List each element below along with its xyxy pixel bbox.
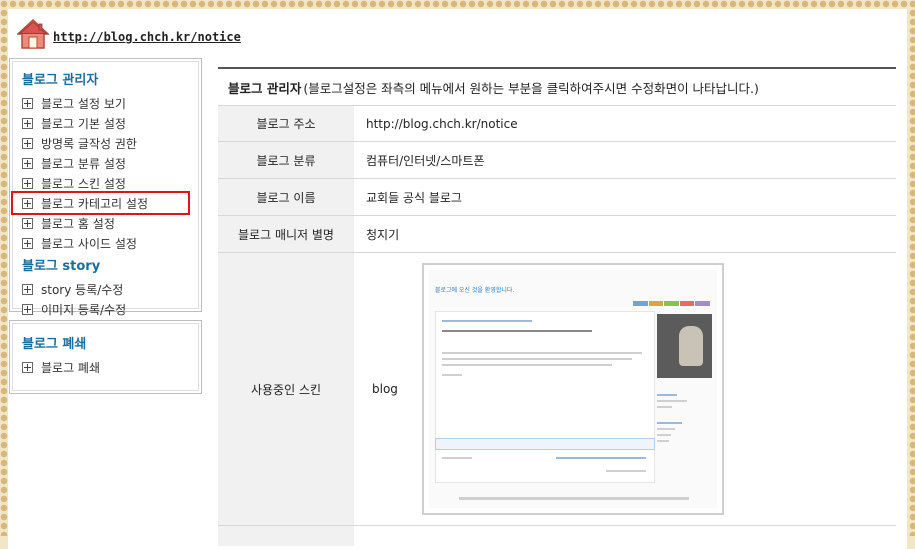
skin-preview-title: 블로그에 오신 것을 환영합니다. xyxy=(434,287,515,294)
info-row-name: 블로그 이름 교회들 공식 블로그 xyxy=(218,179,896,216)
skin-name: blog xyxy=(372,382,398,396)
info-row-category: 블로그 분류 컴퓨터/인터넷/스마트폰 xyxy=(218,142,896,179)
row-label: 블로그 주소 xyxy=(218,106,354,141)
plus-icon xyxy=(22,197,33,209)
skin-preview-profile-image xyxy=(656,314,712,378)
menu-item-basic-settings[interactable]: 블로그 기본 설정 xyxy=(22,113,192,133)
row-value xyxy=(354,526,896,546)
plus-icon xyxy=(22,117,33,129)
plus-icon xyxy=(22,303,33,315)
blog-url-link[interactable]: http://blog.chch.kr/notice xyxy=(53,30,241,44)
menu-item-story-edit[interactable]: story 등록/수정 xyxy=(22,279,192,299)
menu-item-classification-settings[interactable]: 블로그 분류 설정 xyxy=(22,153,192,173)
menu-item-side-settings[interactable]: 블로그 사이드 설정 xyxy=(22,233,192,253)
row-value: 컴퓨터/인터넷/스마트폰 xyxy=(366,153,485,168)
row-label: 사용중인 스킨 xyxy=(218,253,354,525)
plus-icon xyxy=(22,137,33,149)
row-value: http://blog.chch.kr/notice xyxy=(366,116,518,131)
plus-icon xyxy=(22,217,33,229)
page-title: 블로그 관리자 (블로그설정은 좌측의 메뉴에서 원하는 부분을 클릭하여주시면… xyxy=(218,67,896,106)
admin-menu-box: 블로그 관리자 블로그 설정 보기 블로그 기본 설정 방명록 글작성 권한 블… xyxy=(9,58,202,317)
skin-preview-comment-box xyxy=(434,438,655,450)
page-header: http://blog.chch.kr/notice xyxy=(17,17,241,51)
info-row-next xyxy=(218,526,896,546)
plus-icon xyxy=(22,361,33,373)
plus-icon xyxy=(22,177,33,189)
row-label: 블로그 분류 xyxy=(218,142,354,178)
row-value: 교회들 공식 블로그 xyxy=(366,190,462,205)
menu-item-settings-view[interactable]: 블로그 설정 보기 xyxy=(22,93,192,113)
skin-preview-footer xyxy=(458,497,689,500)
skin-preview-menu-bar xyxy=(632,301,711,306)
skin-preview-inner: 블로그에 오신 것을 환영합니다. xyxy=(428,270,717,508)
main-content: 블로그 관리자 (블로그설정은 좌측의 메뉴에서 원하는 부분을 클릭하여주시면… xyxy=(218,67,896,546)
menu-item-category-settings[interactable]: 블로그 카테고리 설정 xyxy=(11,191,190,215)
skin-preview-thumbnail[interactable]: 블로그에 오신 것을 환영합니다. xyxy=(421,263,724,515)
plus-icon xyxy=(22,283,33,295)
info-row-manager: 블로그 매니저 별명 청지기 xyxy=(218,216,896,253)
info-row-address: 블로그 주소 http://blog.chch.kr/notice xyxy=(218,106,896,142)
plus-icon xyxy=(22,97,33,109)
menu-item-home-settings[interactable]: 블로그 홈 설정 xyxy=(22,213,192,233)
admin-section-title: 블로그 관리자 xyxy=(22,73,99,88)
menu-item-guestbook-permission[interactable]: 방명록 글작성 권한 xyxy=(22,133,192,153)
row-label: 블로그 이름 xyxy=(218,179,354,215)
close-menu-box: 블로그 폐쇄 블로그 폐쇄 xyxy=(9,320,202,394)
menu-item-image-edit[interactable]: 이미지 등록/수정 xyxy=(22,299,192,319)
plus-icon xyxy=(22,237,33,249)
home-icon[interactable] xyxy=(17,18,49,50)
info-row-skin: 사용중인 스킨 blog 블로그에 오신 것을 환영합니다. xyxy=(218,253,896,526)
plus-icon xyxy=(22,157,33,169)
sidebar: 블로그 관리자 블로그 설정 보기 블로그 기본 설정 방명록 글작성 권한 블… xyxy=(9,58,202,402)
skin-preview-post-area xyxy=(434,311,655,483)
menu-item-blog-close[interactable]: 블로그 폐쇄 xyxy=(22,357,192,377)
story-section-title: 블로그 story xyxy=(22,259,101,274)
row-label xyxy=(218,526,354,546)
page-title-bold: 블로그 관리자 xyxy=(228,80,302,96)
close-section-title: 블로그 폐쇄 xyxy=(22,337,87,352)
row-value-skin: blog 블로그에 오신 것을 환영합니다. xyxy=(354,253,896,525)
page-title-description: (블로그설정은 좌측의 메뉴에서 원하는 부분을 클릭하여주시면 수정화면이 나… xyxy=(303,80,759,96)
row-value: 청지기 xyxy=(366,227,400,242)
row-label: 블로그 매니저 별명 xyxy=(218,216,354,252)
menu-item-skin-settings[interactable]: 블로그 스킨 설정 xyxy=(22,173,192,193)
skin-preview-sidebar xyxy=(656,390,712,446)
